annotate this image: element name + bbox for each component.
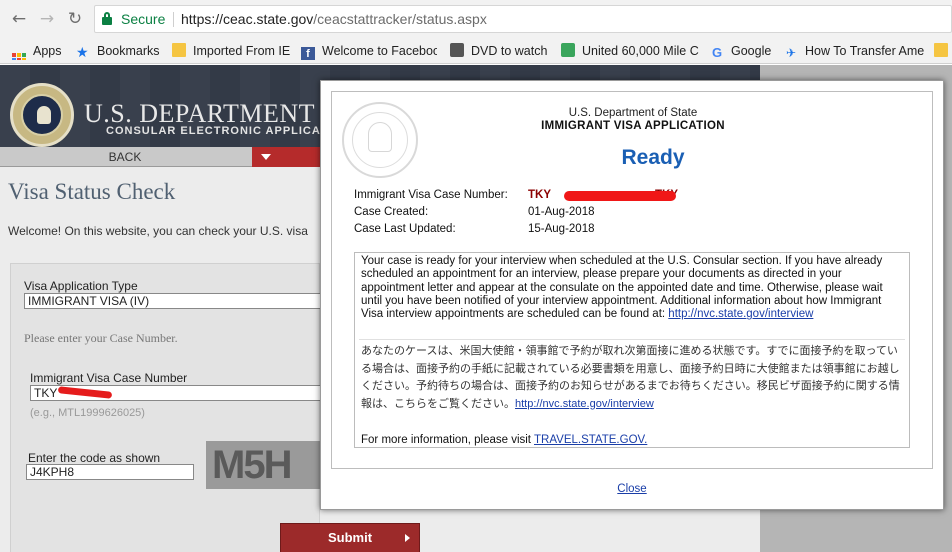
browser-toolbar: ← → ↻ Secure https://ceac.state.gov/ceac… bbox=[0, 0, 952, 38]
facebook-icon: f bbox=[301, 47, 315, 60]
status-panel: U.S. Department of State IMMIGRANT VISA … bbox=[331, 91, 933, 469]
status-message-box: Your case is ready for your interview wh… bbox=[354, 252, 910, 448]
bookmark-imported-from-ie[interactable]: Imported From IE bbox=[172, 42, 292, 60]
united-icon bbox=[561, 43, 575, 57]
status-dialog: U.S. Department of State IMMIGRANT VISA … bbox=[320, 80, 944, 510]
reload-icon[interactable]: ↻ bbox=[64, 8, 86, 30]
redaction-mark bbox=[564, 191, 676, 201]
star-icon: ★ bbox=[76, 45, 89, 60]
bookmark-label: United 60,000 Mile C bbox=[582, 44, 699, 58]
address-bar[interactable]: Secure https://ceac.state.gov/ceacstattr… bbox=[94, 5, 952, 33]
travel-state-gov-link[interactable]: TRAVEL.STATE.GOV. bbox=[534, 434, 647, 446]
apps-grid-icon bbox=[12, 53, 26, 60]
more-info-text: For more information, please visit TRAVE… bbox=[361, 434, 648, 446]
google-icon: G bbox=[711, 45, 723, 60]
arrow-left-icon[interactable]: ← bbox=[8, 8, 30, 30]
bookmark-label: How To Transfer Ame bbox=[805, 44, 924, 58]
chevron-right-icon bbox=[405, 534, 410, 542]
case-updated-label: Case Last Updated: bbox=[354, 223, 456, 235]
divider bbox=[359, 339, 905, 340]
close-link[interactable]: Close bbox=[321, 483, 943, 495]
bookmark-apps[interactable]: Apps bbox=[12, 42, 72, 60]
plane-icon: ✈ bbox=[785, 46, 797, 60]
captcha-image: M5H bbox=[206, 441, 320, 489]
dialog-title: IMMIGRANT VISA APPLICATION bbox=[541, 120, 725, 132]
bookmark-folder-overflow[interactable] bbox=[934, 42, 950, 60]
code-input[interactable]: J4KPH8 bbox=[26, 464, 194, 480]
case-number-label: Immigrant Visa Case Number bbox=[30, 371, 188, 385]
bookmark-transfer[interactable]: ✈ How To Transfer Ame bbox=[784, 42, 924, 60]
back-button[interactable]: BACK bbox=[0, 147, 250, 167]
status-message-japanese: あなたのケースは、米国大使館・領事館で予約が取れ次第面接に進める状態です。すでに… bbox=[361, 345, 900, 410]
bookmark-label: Apps bbox=[33, 44, 62, 58]
dialog-department: U.S. Department of State bbox=[568, 107, 698, 119]
bookmarks-bar: Apps ★ Bookmarks Imported From IE f Welcom… bbox=[0, 38, 952, 64]
bookmark-bookmarks[interactable]: ★ Bookmarks bbox=[76, 42, 166, 60]
divider bbox=[173, 12, 174, 27]
secure-label: Secure bbox=[121, 11, 166, 27]
bookmark-label: DVD to watch bbox=[471, 44, 548, 58]
case-created-value: 01-Aug-2018 bbox=[528, 206, 595, 218]
bookmark-label: Google bbox=[731, 44, 772, 58]
folder-icon bbox=[934, 43, 948, 57]
menu-dropdown-button[interactable] bbox=[252, 147, 322, 167]
url-text[interactable]: https://ceac.state.gov/ceacstattracker/s… bbox=[181, 11, 487, 27]
bookmark-google[interactable]: G Google bbox=[710, 42, 776, 60]
bookmark-label: Bookmarks bbox=[97, 44, 160, 58]
case-number-prompt: Please enter your Case Number. bbox=[24, 331, 178, 345]
url-path: /ceacstattracker/status.aspx bbox=[313, 11, 487, 27]
visa-type-select[interactable]: IMMIGRANT VISA (IV) bbox=[24, 293, 324, 309]
case-updated-value: 15-Aug-2018 bbox=[528, 223, 595, 235]
bookmark-dvd[interactable]: DVD to watch bbox=[450, 42, 560, 60]
status-message-english: Your case is ready for your interview wh… bbox=[361, 255, 883, 321]
bookmark-label: Imported From IE bbox=[193, 44, 291, 58]
visa-type-label: Visa Application Type bbox=[24, 279, 138, 293]
page-title: Visa Status Check bbox=[8, 179, 176, 204]
bookmark-united[interactable]: United 60,000 Mile C bbox=[561, 42, 699, 60]
url-host: https://ceac.state.gov bbox=[181, 11, 314, 27]
welcome-text: Welcome! On this website, you can check … bbox=[8, 224, 308, 238]
bookmark-label: Welcome to Faceboo bbox=[322, 44, 437, 58]
folder-icon bbox=[172, 43, 186, 57]
site-subtitle: CONSULAR ELECTRONIC APPLICATIO bbox=[106, 125, 342, 137]
code-label: Enter the code as shown bbox=[28, 451, 161, 465]
chevron-down-icon bbox=[261, 154, 271, 160]
lock-icon bbox=[102, 12, 112, 25]
case-number-example: (e.g., MTL1999626025) bbox=[30, 407, 145, 419]
case-created-label: Case Created: bbox=[354, 206, 429, 218]
submit-button[interactable]: Submit bbox=[280, 523, 420, 552]
status-heading: Ready bbox=[621, 146, 685, 169]
department-seal-icon bbox=[10, 83, 74, 147]
arrow-right-icon[interactable]: → bbox=[36, 8, 58, 30]
bookmark-facebook[interactable]: f Welcome to Faceboo bbox=[301, 42, 437, 60]
case-number-label: Immigrant Visa Case Number: bbox=[354, 189, 508, 201]
nvc-interview-link-jp[interactable]: http://nvc.state.gov/interview bbox=[515, 398, 654, 410]
nvc-interview-link[interactable]: http://nvc.state.gov/interview bbox=[668, 308, 813, 320]
dvd-icon bbox=[450, 43, 464, 57]
